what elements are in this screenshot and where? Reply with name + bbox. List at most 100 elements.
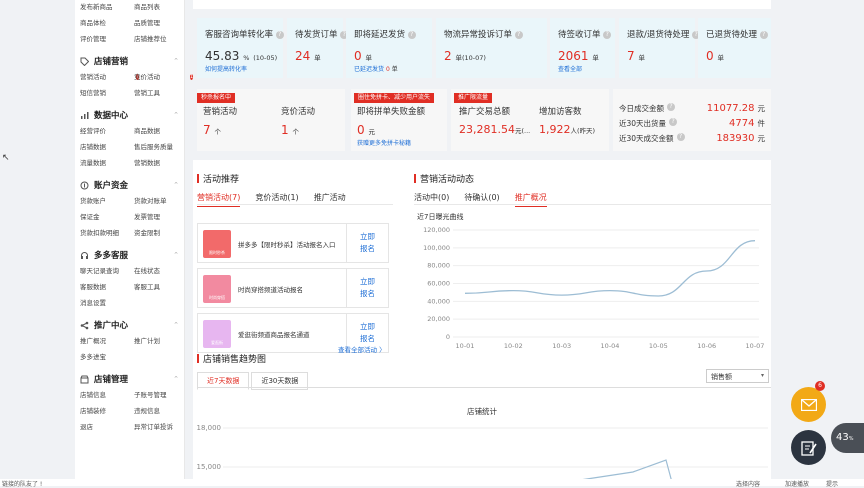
sidebar-item[interactable]: 多多进宝 [80, 352, 134, 363]
stat-card[interactable]: 客服咨询单转化率 ? 45.83 % (10-05) 如何提高转化率 [197, 18, 284, 78]
sidebar-item[interactable]: 推广计划 [134, 336, 184, 347]
sidebar-link[interactable]: 发布新商品 [80, 2, 134, 13]
help-icon[interactable]: ? [759, 30, 768, 39]
sidebar-item[interactable]: 发票管理 [134, 212, 184, 223]
chevron-up-icon[interactable]: ⌃ [173, 321, 179, 329]
sidebar-item[interactable]: 异常订单投诉 [134, 422, 184, 433]
stat-card[interactable]: 退款/退货待处理 ? 7 单 [619, 18, 701, 78]
sidebar-item[interactable]: 客服工具 [134, 282, 184, 293]
activity-item[interactable]: 限时秒杀 拼多多【限时秒杀】活动报名入口 立即报名 [197, 223, 389, 263]
sidebar-item[interactable]: 货款对账单 [134, 196, 184, 207]
chevron-up-icon[interactable]: ⌃ [173, 251, 179, 259]
sidebar-item[interactable]: 推广概况 [80, 336, 134, 347]
sidebar-item[interactable]: 店铺数据 [80, 142, 134, 153]
sidebar-item[interactable]: 资金限制 [134, 228, 184, 239]
stat-sub-link[interactable]: 查看全部 [558, 64, 615, 73]
sidebar-item[interactable]: 子账号管理 [134, 390, 184, 401]
sidebar-section-header[interactable]: 推广中心 ⌃ [80, 318, 179, 332]
status-speed[interactable]: 加速播放 [785, 479, 809, 488]
fail-label: 即将拼单失败金额 [357, 107, 426, 117]
stat-sub-link[interactable]: 如何提高转化率 [205, 64, 283, 73]
stat-card[interactable]: 待发货订单 ? 24 单 [287, 18, 349, 78]
stat-card[interactable]: 物流异常投诉订单 ? 2 单(10-07) [436, 18, 547, 78]
chart-xtick: 10-06 [697, 342, 716, 350]
sidebar-item[interactable]: 竞价活动 1 [134, 72, 194, 83]
sidebar-item[interactable]: 店铺装修 [80, 406, 134, 417]
help-icon[interactable]: ? [407, 30, 416, 39]
edit-note-icon [800, 440, 817, 456]
fail-link[interactable]: 获赠更多免拼卡秘籍 [357, 138, 411, 147]
sidebar-item[interactable]: 保证金 [80, 212, 134, 223]
sidebar-item[interactable]: 货款账户 [80, 196, 134, 207]
promo-gmv-card[interactable]: 推广限流量 推广交易总额 23,281.54元(... 增加访客数 1,922人… [451, 89, 609, 151]
sidebar-section-title: 店铺营销 [94, 57, 129, 67]
sidebar-item[interactable]: 聊天记录查询 [80, 266, 134, 277]
stat-card[interactable]: 即将延迟发货 ? 0 单已延迟发货 0 单 [346, 18, 432, 78]
sidebar-section-header[interactable]: 店铺管理 ⌃ [80, 372, 179, 386]
mail-button[interactable]: 6 [791, 381, 826, 422]
sidebar-section-header[interactable]: 数据中心 ⌃ [80, 108, 179, 122]
activity-thumbnail: 时尚穿搭 [203, 275, 231, 303]
sidebar-link[interactable]: 评价管理 [80, 34, 134, 45]
signup-button[interactable]: 立即报名 [346, 269, 388, 307]
sidebar-item[interactable]: 退店 [80, 422, 134, 433]
chevron-up-icon[interactable]: ⌃ [173, 111, 179, 119]
sidebar-item[interactable]: 营销数据 [134, 158, 184, 169]
sidebar-section-header[interactable]: 多多客服 ⌃ [80, 248, 179, 262]
sidebar-top-links: 发布新商品 商品列表 商品体检 品质管理 评价管理 店铺推荐位 [80, 2, 179, 45]
sidebar-link[interactable]: 商品体检 [80, 18, 134, 29]
sidebar: 发布新商品 商品列表 商品体检 品质管理 评价管理 店铺推荐位 店铺营销 ⌃ 营销活动 7 竞价活… [75, 0, 194, 486]
chevron-up-icon[interactable]: ⌃ [173, 375, 179, 383]
chevron-up-icon[interactable]: ⌃ [173, 181, 179, 189]
feedback-button[interactable] [791, 430, 826, 465]
stat-card[interactable]: 已退货待处理 ? 0 单 [698, 18, 771, 78]
sidebar-link[interactable]: 品质管理 [134, 18, 184, 29]
sidebar-item[interactable]: 店铺信息 [80, 390, 134, 401]
metric-select[interactable]: 销售额 ▾ [706, 369, 769, 383]
chart-ytick: 120,000 [423, 226, 450, 234]
marketing-label: 营销活动 [203, 107, 238, 117]
status-hint[interactable]: 提示 [826, 479, 838, 488]
sidebar-item[interactable]: 售后服务质量 [134, 142, 184, 153]
sidebar-item[interactable]: 消息设置 [80, 298, 134, 309]
activity-item[interactable]: 时尚穿搭 时尚穿搭频道活动报名 立即报名 [197, 268, 389, 308]
sidebar-item[interactable]: 营销活动 7 [80, 72, 140, 83]
stat-value: 45.83 [205, 49, 240, 63]
sidebar-item-label: 店铺信息 [80, 391, 106, 399]
trend-chart: 18,000 15,000 [197, 424, 768, 486]
status-select[interactable]: 选择内容 [736, 479, 760, 488]
sidebar-item-label: 货款扣款明细 [80, 229, 119, 237]
sidebar-item[interactable]: 违规信息 [134, 406, 184, 417]
sidebar-item[interactable]: 短信营销 [80, 88, 134, 99]
sidebar-item[interactable]: 流量数据 [80, 158, 134, 169]
sidebar-item[interactable]: 商品数据 [134, 126, 184, 137]
sidebar-section-title: 推广中心 [94, 321, 129, 331]
sidebar-item[interactable]: 货款扣款明细 [80, 228, 134, 239]
gmv-label: 推广交易总额 [459, 107, 511, 117]
signup-button[interactable]: 立即报名 [346, 224, 388, 262]
orders30-value: 4774 [729, 118, 755, 129]
sidebar-item-label: 短信营销 [80, 89, 106, 97]
sidebar-item-label: 流量数据 [80, 159, 106, 167]
view-all-activities-link[interactable]: 查看全部活动 〉 [338, 344, 386, 354]
progress-widget[interactable]: 43% [831, 423, 864, 453]
chevron-up-icon[interactable]: ⌃ [173, 57, 179, 65]
sidebar-item[interactable]: 营销工具 [134, 88, 184, 99]
sidebar-section: 多多客服 ⌃ 聊天记录查询 在线状态 客服数据 客服工具 消息设置 [75, 248, 184, 309]
help-icon[interactable]: ? [275, 30, 284, 39]
sidebar-link[interactable]: 商品列表 [134, 2, 184, 13]
stat-card[interactable]: 待签收订单 ? 2061 单查看全部 [550, 18, 615, 78]
promo-fail-card[interactable]: 圈住免拼卡、减少用户流失 即将拼单失败金额 0 元 获赠更多免拼卡秘籍 [351, 89, 447, 151]
exposure-series-line [464, 240, 756, 297]
help-icon[interactable]: ? [603, 30, 612, 39]
sidebar-link[interactable]: 店铺推荐位 [134, 34, 184, 45]
lower-panel: 活动推荐 营销活动(7) 竞价活动(1) 推广活动 限时秒杀 拼多多【限时秒杀】活动报… [193, 160, 771, 486]
sidebar-item[interactable]: 经营评价 [80, 126, 134, 137]
sidebar-section-header[interactable]: 账户资金 ⌃ [80, 178, 179, 192]
promo-marketing-card[interactable]: 秒杀报名中 营销活动 7 个 竞价活动 1 个 [197, 89, 345, 151]
sidebar-item[interactable]: 在线状态 [134, 266, 184, 277]
sidebar-section-header[interactable]: 店铺营销 ⌃ [80, 54, 179, 68]
sidebar-item[interactable]: 客服数据 [80, 282, 134, 293]
help-icon[interactable]: ? [514, 30, 523, 39]
stat-sub-link[interactable]: 已延迟发货 0 单 [354, 64, 432, 73]
